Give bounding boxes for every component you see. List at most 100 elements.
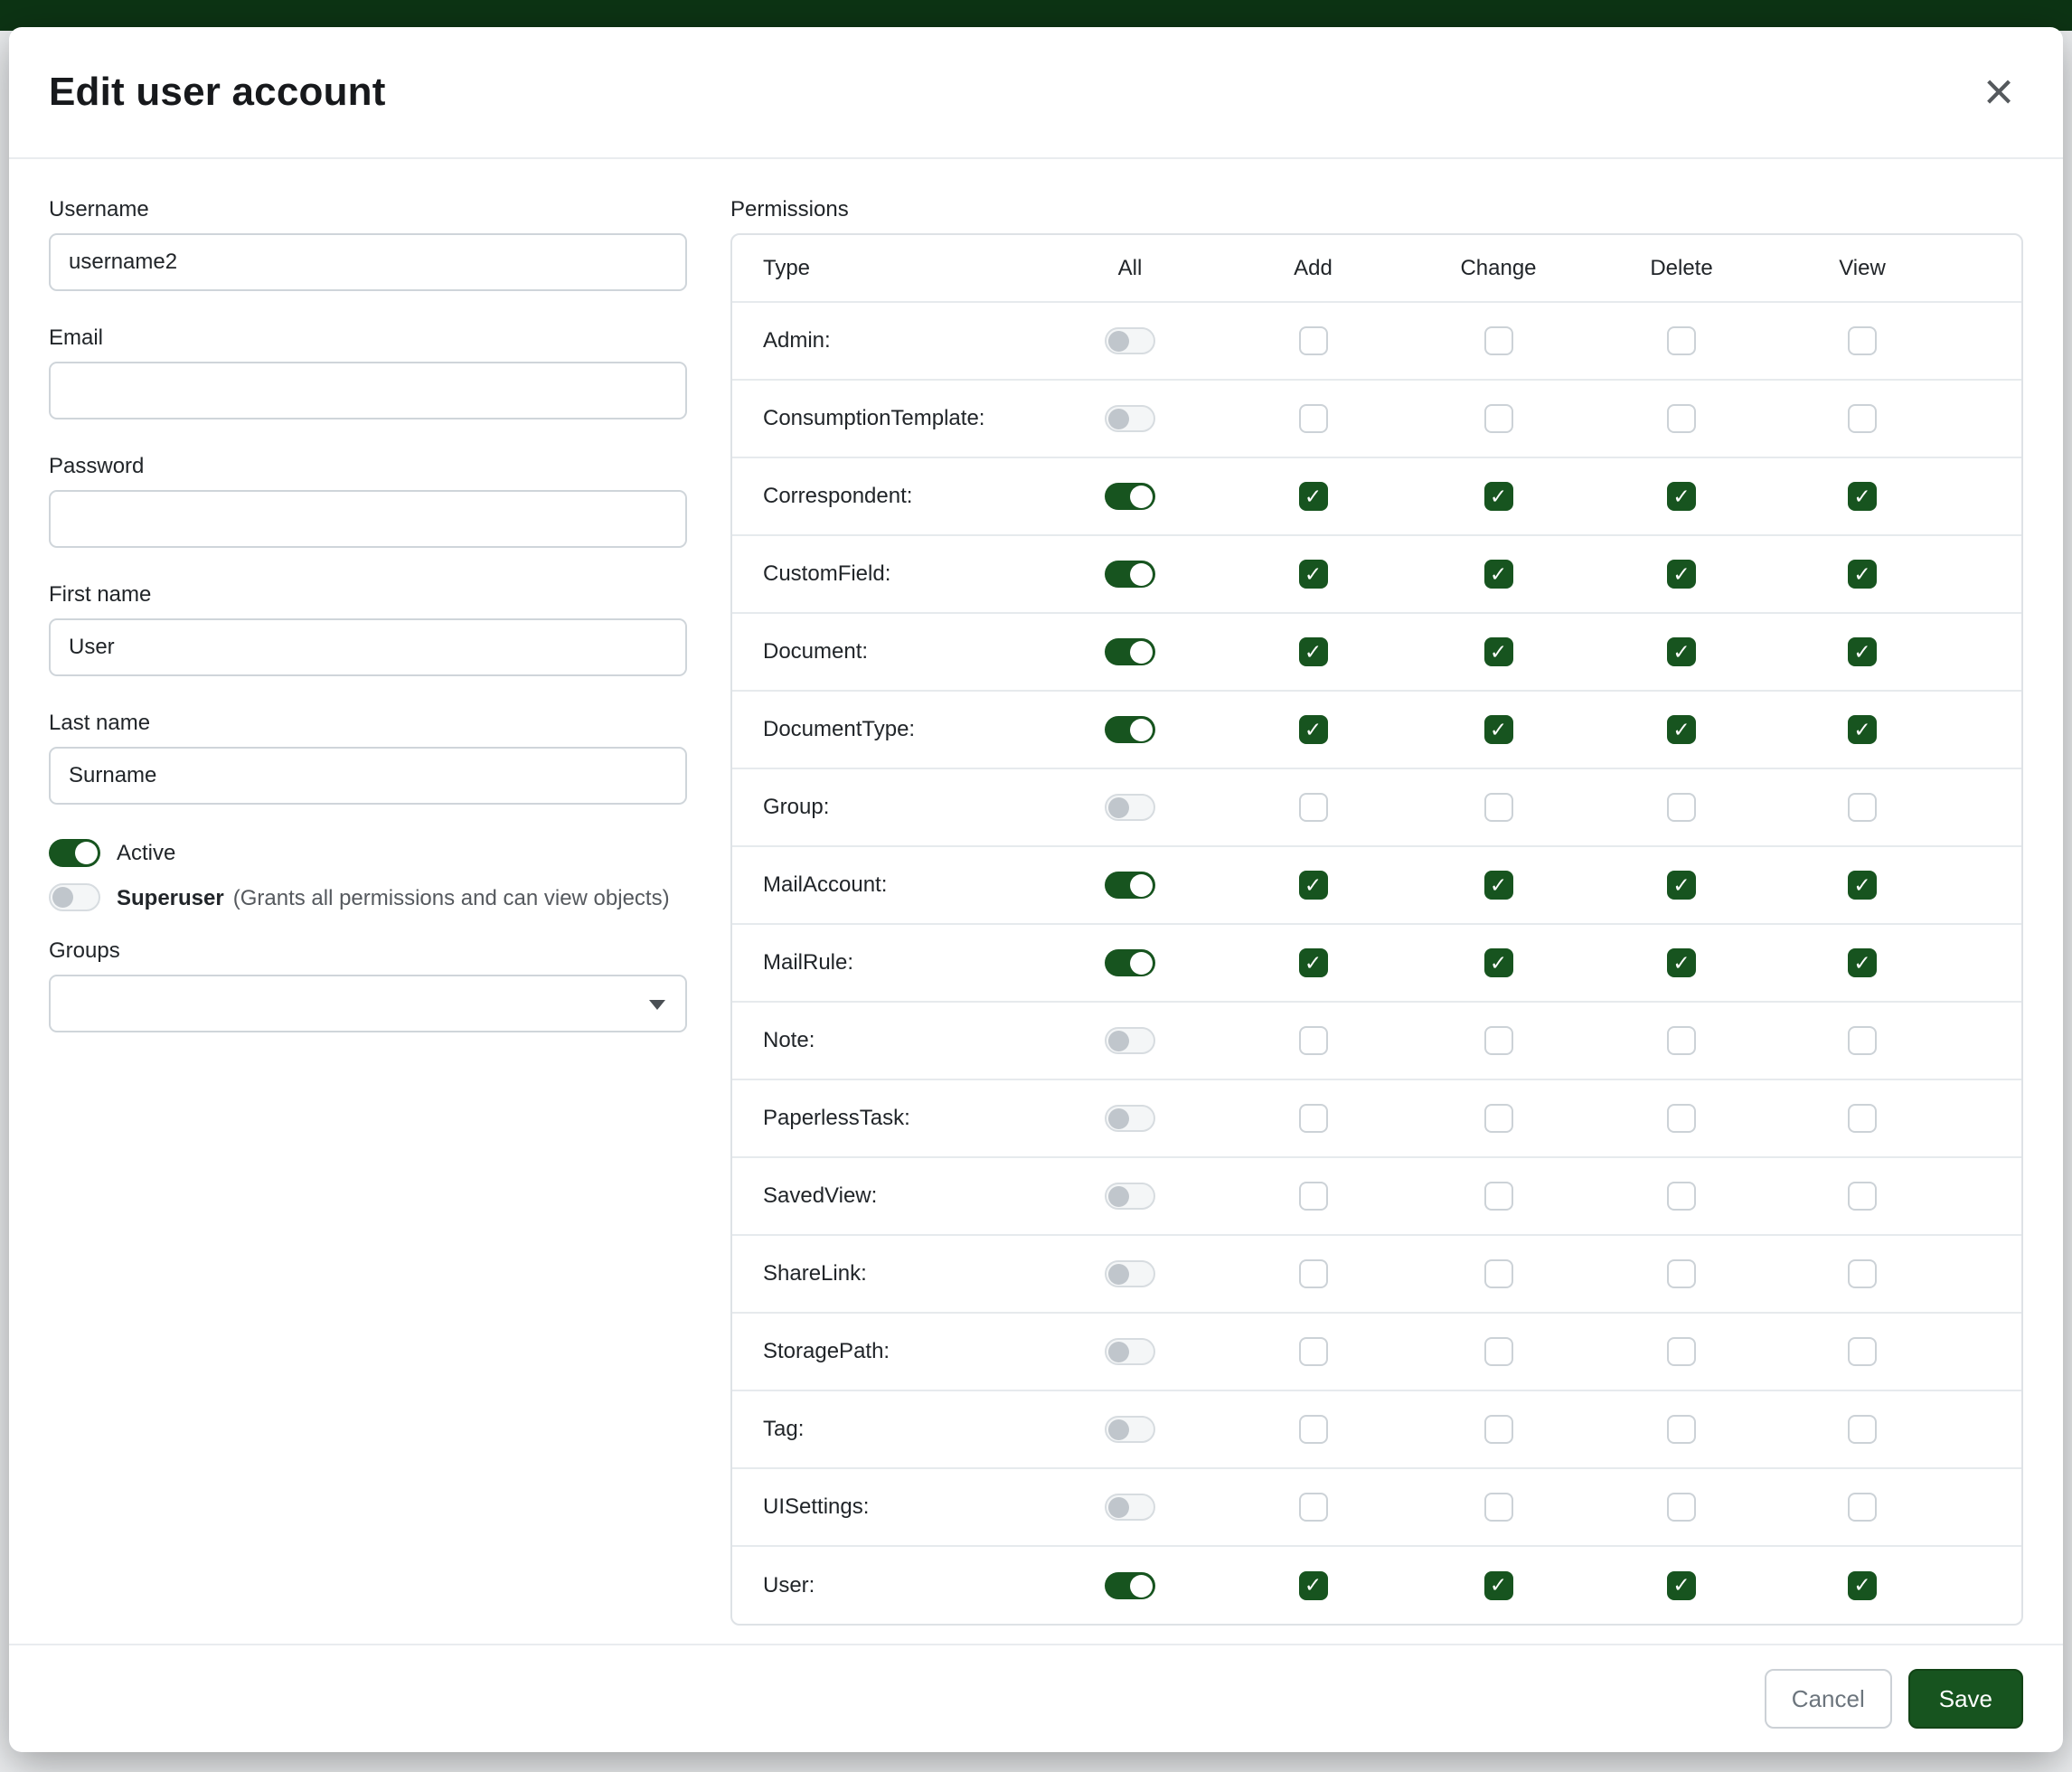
permission-delete-checkbox[interactable] [1667,1337,1696,1366]
last-name-label: Last name [49,711,687,736]
permission-add-checkbox[interactable] [1299,404,1328,433]
permission-view-checkbox[interactable] [1848,715,1877,744]
permission-change-checkbox[interactable] [1484,1415,1513,1444]
permission-add-checkbox[interactable] [1299,1415,1328,1444]
permission-add-checkbox[interactable] [1299,637,1328,666]
permission-all-toggle[interactable] [1105,327,1155,354]
active-toggle[interactable] [49,839,100,867]
permission-view-checkbox[interactable] [1848,871,1877,900]
first-name-input[interactable] [49,618,687,676]
save-button[interactable]: Save [1908,1669,2023,1729]
permission-add-checkbox[interactable] [1299,1182,1328,1211]
permission-change-checkbox[interactable] [1484,871,1513,900]
permission-row: User: [732,1546,2021,1624]
permission-add-checkbox[interactable] [1299,482,1328,511]
permission-change-checkbox[interactable] [1484,404,1513,433]
permission-view-checkbox[interactable] [1848,1337,1877,1366]
permission-view-checkbox[interactable] [1848,1493,1877,1522]
permission-change-checkbox[interactable] [1484,715,1513,744]
permission-all-toggle[interactable] [1105,638,1155,665]
permission-delete-checkbox[interactable] [1667,1493,1696,1522]
permission-all-toggle[interactable] [1105,1494,1155,1521]
permission-change-checkbox[interactable] [1484,637,1513,666]
permission-delete-checkbox[interactable] [1667,1182,1696,1211]
permission-add-checkbox[interactable] [1299,1337,1328,1366]
permission-view-checkbox[interactable] [1848,1259,1877,1288]
permission-all-toggle[interactable] [1105,716,1155,743]
permission-add-checkbox[interactable] [1299,560,1328,589]
permission-delete-checkbox[interactable] [1667,1104,1696,1133]
last-name-input[interactable] [49,747,687,805]
permission-change-checkbox[interactable] [1484,482,1513,511]
permission-add-checkbox[interactable] [1299,1571,1328,1600]
permission-add-checkbox[interactable] [1299,715,1328,744]
permission-add-checkbox[interactable] [1299,1493,1328,1522]
cancel-button[interactable]: Cancel [1765,1669,1892,1729]
permission-view-checkbox[interactable] [1848,404,1877,433]
permission-all-toggle[interactable] [1105,1105,1155,1132]
permission-add-checkbox[interactable] [1299,793,1328,822]
permission-delete-checkbox[interactable] [1667,948,1696,977]
permission-view-checkbox[interactable] [1848,1026,1877,1055]
permission-delete-checkbox[interactable] [1667,637,1696,666]
permission-all-toggle[interactable] [1105,949,1155,976]
permission-view-checkbox[interactable] [1848,560,1877,589]
permission-add-checkbox[interactable] [1299,1026,1328,1055]
permission-all-toggle[interactable] [1105,872,1155,899]
permission-view-checkbox[interactable] [1848,1571,1877,1600]
permission-add-checkbox[interactable] [1299,948,1328,977]
permission-all-toggle[interactable] [1105,483,1155,510]
permission-change-checkbox[interactable] [1484,793,1513,822]
permission-add-checkbox[interactable] [1299,1259,1328,1288]
permission-all-toggle[interactable] [1105,1416,1155,1443]
permission-all-toggle[interactable] [1105,794,1155,821]
permission-change-checkbox[interactable] [1484,1182,1513,1211]
permission-all-toggle[interactable] [1105,561,1155,588]
permission-change-checkbox[interactable] [1484,1337,1513,1366]
permission-add-checkbox[interactable] [1299,871,1328,900]
permission-delete-checkbox[interactable] [1667,1415,1696,1444]
permission-delete-checkbox[interactable] [1667,482,1696,511]
permission-delete-checkbox[interactable] [1667,1259,1696,1288]
permission-view-checkbox[interactable] [1848,326,1877,355]
permission-view-checkbox[interactable] [1848,1415,1877,1444]
permission-delete-checkbox[interactable] [1667,560,1696,589]
groups-select[interactable] [49,975,687,1032]
permission-add-checkbox[interactable] [1299,326,1328,355]
permission-delete-checkbox[interactable] [1667,1571,1696,1600]
permission-delete-checkbox[interactable] [1667,326,1696,355]
permission-delete-checkbox[interactable] [1667,871,1696,900]
password-input[interactable] [49,490,687,548]
permission-change-checkbox[interactable] [1484,1493,1513,1522]
permission-delete-checkbox[interactable] [1667,404,1696,433]
permission-all-toggle[interactable] [1105,1260,1155,1287]
permission-change-checkbox[interactable] [1484,1571,1513,1600]
permission-view-checkbox[interactable] [1848,1182,1877,1211]
permission-change-checkbox[interactable] [1484,326,1513,355]
permission-view-checkbox[interactable] [1848,948,1877,977]
username-input[interactable] [49,233,687,291]
permission-change-checkbox[interactable] [1484,1026,1513,1055]
permission-all-toggle[interactable] [1105,405,1155,432]
permission-view-checkbox[interactable] [1848,793,1877,822]
superuser-toggle[interactable] [49,883,100,911]
permission-view-checkbox[interactable] [1848,482,1877,511]
permission-view-checkbox[interactable] [1848,1104,1877,1133]
close-button[interactable]: × [1974,62,2023,122]
permission-change-checkbox[interactable] [1484,1259,1513,1288]
username-label: Username [49,197,687,222]
permission-all-toggle[interactable] [1105,1572,1155,1599]
permission-all-toggle[interactable] [1105,1027,1155,1054]
permission-change-checkbox[interactable] [1484,948,1513,977]
permission-all-toggle[interactable] [1105,1183,1155,1210]
permission-change-checkbox[interactable] [1484,1104,1513,1133]
email-input[interactable] [49,362,687,419]
permission-delete-checkbox[interactable] [1667,1026,1696,1055]
user-form: Username Email Password First name Last … [49,197,687,1644]
permission-delete-checkbox[interactable] [1667,793,1696,822]
permission-add-checkbox[interactable] [1299,1104,1328,1133]
permission-view-checkbox[interactable] [1848,637,1877,666]
permission-change-checkbox[interactable] [1484,560,1513,589]
permission-delete-checkbox[interactable] [1667,715,1696,744]
permission-all-toggle[interactable] [1105,1338,1155,1365]
